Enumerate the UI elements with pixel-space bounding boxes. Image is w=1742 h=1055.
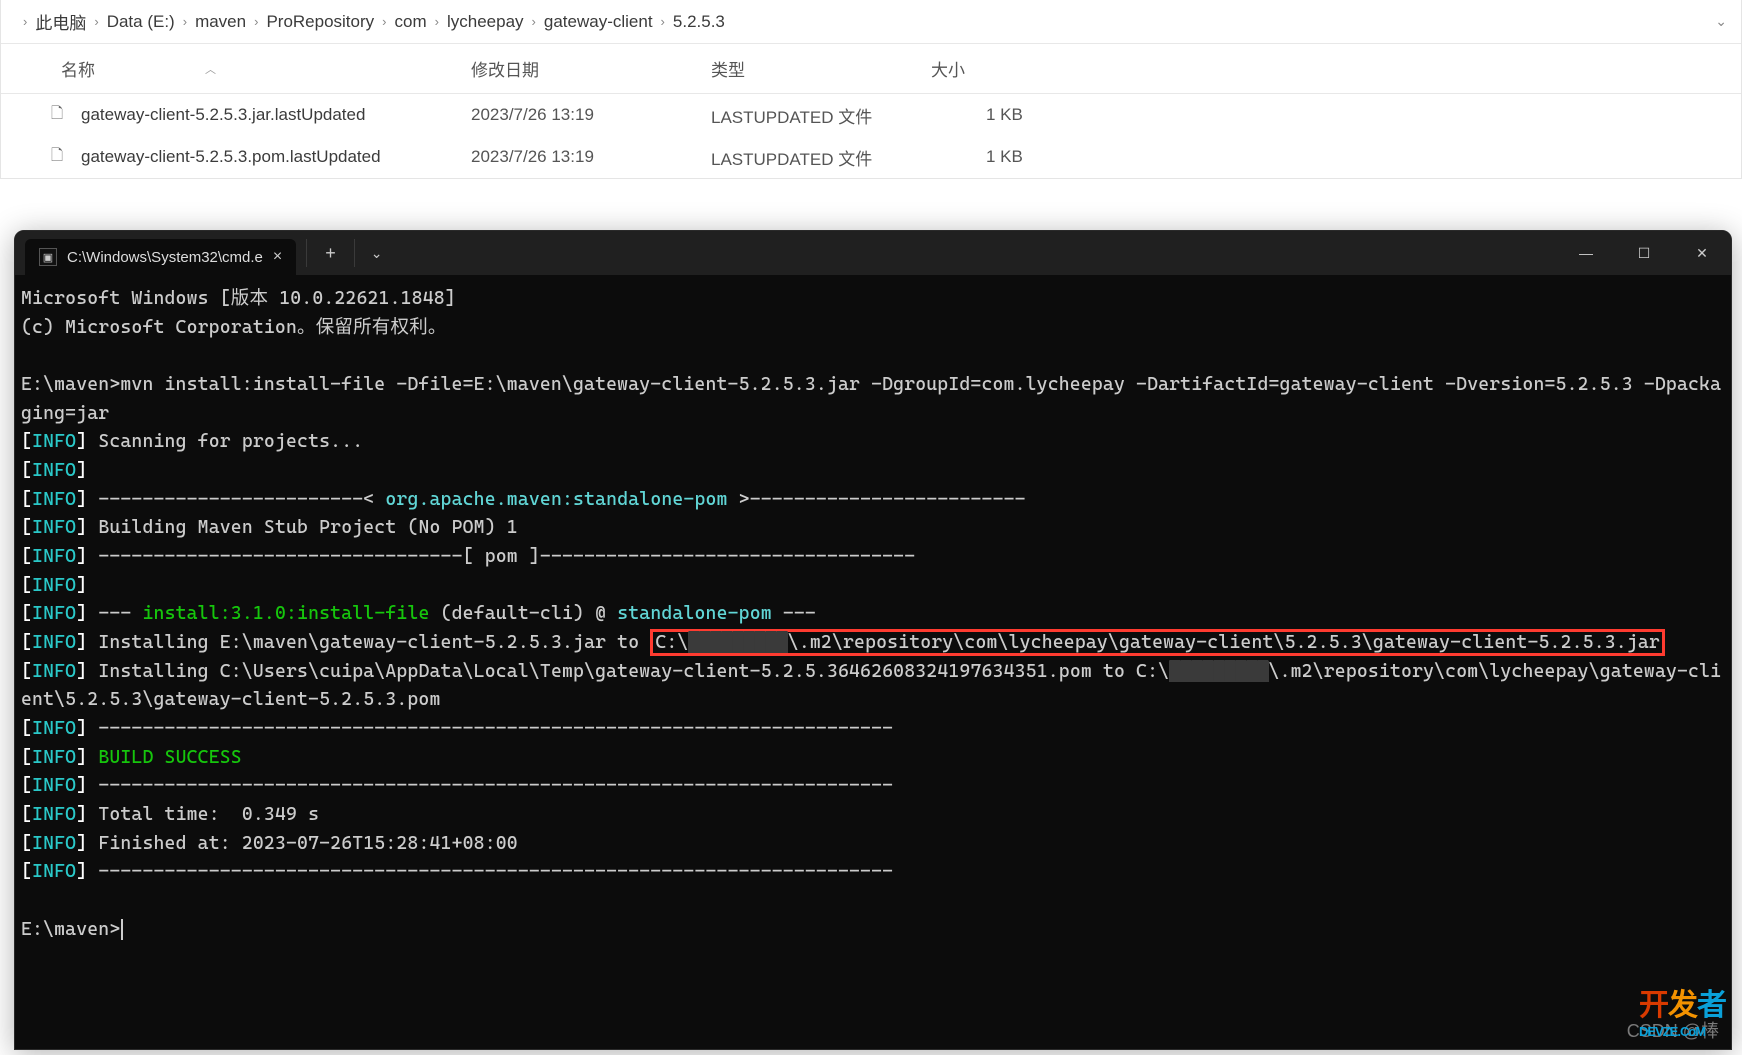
terminal-output[interactable]: Microsoft Windows [版本 10.0.22621.1848] (…: [15, 275, 1731, 983]
breadcrumb-item[interactable]: com: [395, 12, 427, 32]
sort-indicator-icon[interactable]: ︿: [205, 61, 216, 77]
new-tab-button[interactable]: +: [306, 239, 355, 267]
chevron-right-icon: ›: [661, 14, 665, 29]
column-headers: 名称 ︿ 修改日期 类型 大小: [1, 44, 1741, 94]
chevron-right-icon: ›: [23, 14, 27, 29]
info-tag: INFO: [32, 804, 76, 825]
info-tag: INFO: [32, 833, 76, 854]
file-icon: 🗋: [51, 145, 73, 170]
copyright-line: (c) Microsoft Corporation。保留所有权利。: [21, 317, 447, 338]
chevron-right-icon: ›: [254, 14, 258, 29]
info-tag: INFO: [32, 575, 76, 596]
file-name: gateway-client-5.2.5.3.pom.lastUpdated: [81, 147, 471, 167]
file-size: 1 KB: [986, 105, 1116, 125]
file-type: LASTUPDATED 文件: [711, 145, 986, 170]
info-tag: INFO: [32, 861, 76, 882]
chevron-right-icon: ›: [94, 14, 98, 29]
info-tag: INFO: [32, 775, 76, 796]
file-type: LASTUPDATED 文件: [711, 103, 986, 128]
pom-id: org.apache.maven:standalone-pom: [385, 489, 727, 510]
file-size: 1 KB: [986, 147, 1116, 167]
scan-line: Scanning for projects...: [98, 431, 363, 452]
close-tab-icon[interactable]: ×: [273, 248, 282, 266]
total-time: Total time: 0.349 s: [98, 804, 319, 825]
maximize-button[interactable]: ☐: [1615, 231, 1673, 275]
info-tag: INFO: [32, 460, 76, 481]
chevron-down-icon[interactable]: ⌄: [1715, 13, 1727, 30]
column-type[interactable]: 类型: [711, 56, 931, 81]
version-line: Microsoft Windows [版本 10.0.22621.1848]: [21, 288, 456, 309]
chevron-right-icon: ›: [435, 14, 439, 29]
cmd-icon: ▣: [39, 248, 57, 266]
close-button[interactable]: ✕: [1673, 231, 1731, 275]
command: mvn install:install-file -Dfile=E:\maven…: [21, 374, 1721, 424]
chevron-right-icon: ›: [183, 14, 187, 29]
info-tag: INFO: [32, 489, 76, 510]
breadcrumb-item[interactable]: ProRepository: [266, 12, 374, 32]
title-bar[interactable]: ▣ C:\Windows\System32\cmd.e × + ⌄ — ☐ ✕: [15, 231, 1731, 275]
breadcrumb-item[interactable]: lycheepay: [447, 12, 524, 32]
breadcrumb-item[interactable]: maven: [195, 12, 246, 32]
window-controls: — ☐ ✕: [1557, 231, 1731, 275]
building-line: Building Maven Stub Project (No POM) 1: [98, 517, 518, 538]
chevron-right-icon: ›: [532, 14, 536, 29]
info-tag: INFO: [32, 632, 76, 653]
goal: install:3.1.0:install-file: [142, 603, 429, 624]
chevron-right-icon: ›: [382, 14, 386, 29]
prompt: E:\maven>: [21, 919, 120, 940]
breadcrumb-item[interactable]: gateway-client: [544, 12, 653, 32]
redacted-text: █████████: [1169, 661, 1268, 682]
info-tag: INFO: [32, 431, 76, 452]
column-name[interactable]: 名称: [61, 56, 95, 81]
info-tag: INFO: [32, 661, 76, 682]
breadcrumb-item[interactable]: 5.2.5.3: [673, 12, 725, 32]
info-tag: INFO: [32, 517, 76, 538]
breadcrumb-item[interactable]: Data (E:): [107, 12, 175, 32]
chevron-down-icon[interactable]: ⌄: [355, 245, 399, 262]
info-tag: INFO: [32, 747, 76, 768]
file-row[interactable]: 🗋 gateway-client-5.2.5.3.jar.lastUpdated…: [1, 94, 1741, 136]
info-tag: INFO: [32, 603, 76, 624]
cursor-icon: [121, 919, 123, 940]
minimize-button[interactable]: —: [1557, 231, 1615, 275]
finished-at: Finished at: 2023-07-26T15:28:41+08:00: [98, 833, 518, 854]
file-row[interactable]: 🗋 gateway-client-5.2.5.3.pom.lastUpdated…: [1, 136, 1741, 178]
file-icon: 🗋: [51, 103, 73, 128]
file-explorer: › 此电脑 › Data (E:) › maven › ProRepositor…: [0, 0, 1742, 179]
build-success: BUILD SUCCESS: [98, 747, 242, 768]
breadcrumb[interactable]: › 此电脑 › Data (E:) › maven › ProRepositor…: [1, 0, 1741, 44]
redacted-text: █████████: [688, 632, 787, 653]
tab-cmd[interactable]: ▣ C:\Windows\System32\cmd.e ×: [25, 239, 296, 275]
info-tag: INFO: [32, 546, 76, 567]
file-date: 2023/7/26 13:19: [471, 147, 711, 167]
info-tag: INFO: [32, 718, 76, 739]
tab-title: C:\Windows\System32\cmd.e: [67, 249, 263, 266]
breadcrumb-item[interactable]: 此电脑: [35, 9, 86, 34]
logo: 开发者 DEVZE.CoM: [1639, 980, 1726, 1039]
terminal-window: ▣ C:\Windows\System32\cmd.e × + ⌄ — ☐ ✕ …: [14, 230, 1732, 1050]
column-date[interactable]: 修改日期: [471, 56, 711, 81]
highlighted-path: C:\█████████\.m2\repository\com\lycheepa…: [650, 629, 1665, 656]
file-name: gateway-client-5.2.5.3.jar.lastUpdated: [81, 105, 471, 125]
file-date: 2023/7/26 13:19: [471, 105, 711, 125]
column-size[interactable]: 大小: [931, 56, 1061, 81]
prompt: E:\maven>: [21, 374, 120, 395]
